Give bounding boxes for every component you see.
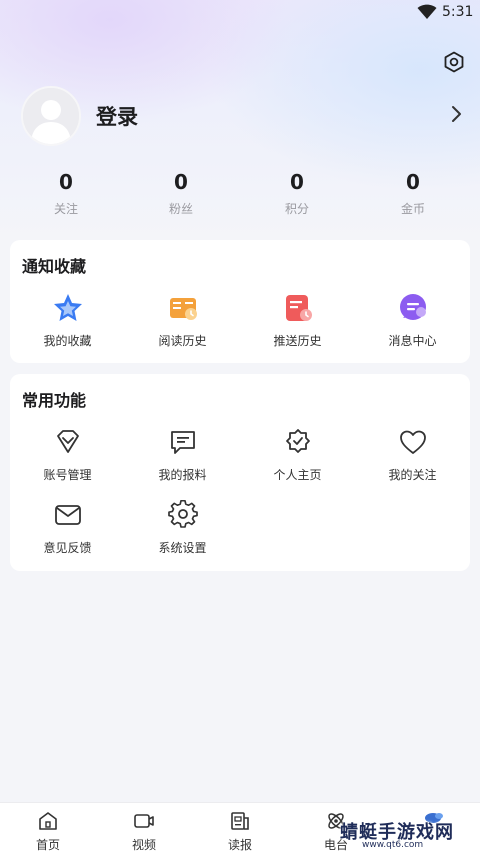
stat-coins[interactable]: 0 金币 (363, 170, 463, 217)
wifi-icon (417, 4, 437, 19)
chat-icon (170, 431, 195, 454)
reading-history-item[interactable]: 阅读历史 (125, 292, 240, 349)
avatar[interactable] (21, 86, 81, 146)
hexagon-settings-icon (444, 51, 464, 73)
message-center-item[interactable]: 消息中心 (355, 292, 470, 349)
book-icon (169, 298, 197, 320)
star-icon (53, 294, 82, 321)
tab-newspaper[interactable]: 读报 (192, 803, 288, 853)
stat-fans-value: 0 (174, 170, 188, 194)
diamond-icon (56, 430, 79, 453)
push-history-item[interactable]: 推送历史 (240, 292, 355, 349)
stat-points-value: 0 (290, 170, 304, 194)
stat-coins-label: 金币 (400, 202, 425, 216)
stat-follow[interactable]: 0 关注 (16, 170, 116, 217)
personal-homepage-label: 个人主页 (273, 468, 322, 482)
newspaper-icon (231, 812, 249, 830)
stat-points-label: 积分 (284, 202, 309, 216)
system-settings-label: 系统设置 (158, 541, 207, 555)
tab-newspaper-label: 读报 (227, 838, 252, 852)
push-history-label: 推送历史 (273, 334, 322, 348)
message-icon (399, 294, 426, 320)
gear-icon (167, 499, 198, 528)
home-icon (39, 812, 57, 830)
my-follows-item[interactable]: 我的关注 (355, 426, 470, 483)
profile-login-row[interactable]: 登录 (0, 84, 480, 146)
common-section-title: 常用功能 (22, 391, 87, 410)
tab-video-label: 视频 (131, 838, 156, 852)
account-management-item[interactable]: 账号管理 (10, 426, 125, 483)
feedback-item[interactable]: 意见反馈 (10, 499, 125, 556)
my-follows-label: 我的关注 (388, 468, 437, 482)
tab-video[interactable]: 视频 (96, 803, 192, 853)
my-favorites-label: 我的收藏 (43, 334, 92, 348)
notify-section-title: 通知收藏 (22, 257, 87, 276)
settings-hex-button[interactable] (440, 48, 468, 76)
push-history-icon (285, 295, 312, 321)
badge-check-icon (285, 429, 310, 453)
stat-follow-label: 关注 (53, 202, 78, 216)
notify-collect-card: 通知收藏 我的收藏 阅读历史 推送历史 消息中心 (10, 240, 470, 363)
status-bar: 5:31 (0, 0, 480, 26)
reading-history-label: 阅读历史 (158, 334, 207, 348)
system-settings-item[interactable]: 系统设置 (125, 499, 240, 556)
my-favorites-item[interactable]: 我的收藏 (10, 292, 125, 349)
personal-homepage-item[interactable]: 个人主页 (240, 426, 355, 483)
account-management-label: 账号管理 (43, 468, 92, 482)
my-report-label: 我的报料 (158, 468, 207, 482)
stats-row: 0 关注 0 粉丝 0 积分 0 金币 (0, 170, 480, 220)
tab-home[interactable]: 首页 (0, 803, 96, 853)
stat-follow-value: 0 (59, 170, 73, 194)
my-report-item[interactable]: 我的报料 (125, 426, 240, 483)
stat-coins-value: 0 (406, 170, 420, 194)
message-center-label: 消息中心 (388, 334, 437, 348)
heart-icon (399, 430, 426, 454)
login-label[interactable]: 登录 (96, 101, 138, 131)
common-functions-card: 常用功能 账号管理 我的报料 个人主页 我的关注 意见反馈 系统设置 (10, 374, 470, 571)
default-avatar-icon (23, 88, 79, 144)
stat-fans[interactable]: 0 粉丝 (131, 170, 231, 217)
chevron-right-icon (452, 106, 461, 122)
tab-home-label: 首页 (35, 838, 60, 852)
stat-points[interactable]: 0 积分 (247, 170, 347, 217)
mail-icon (54, 505, 81, 525)
status-time: 5:31 (442, 4, 474, 20)
watermark-url: www.qt6.com (360, 840, 426, 850)
feedback-label: 意见反馈 (43, 541, 92, 555)
stat-fans-label: 粉丝 (168, 202, 193, 216)
video-icon (134, 814, 154, 828)
